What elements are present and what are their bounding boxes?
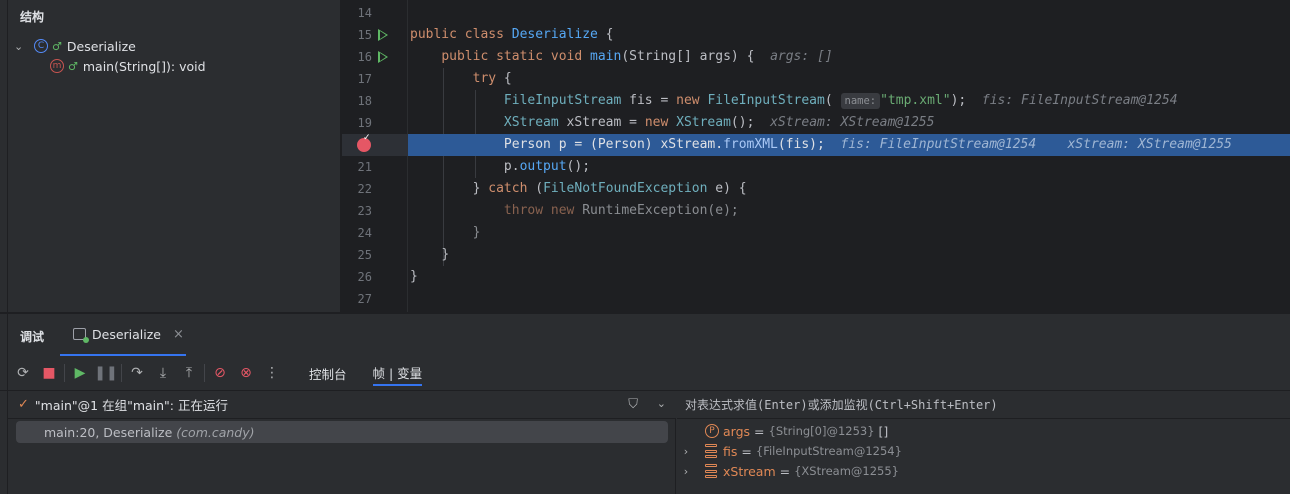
- public-lock-icon: ♂: [68, 59, 78, 73]
- structure-panel: 结构 ⌄ C ♂ Deserialize m ♂ main(String[]):…: [0, 0, 341, 312]
- filter-icon[interactable]: ⛉: [628, 397, 638, 412]
- variable-value: {FileInputStream@1254}: [755, 444, 902, 458]
- code-line-19[interactable]: XStream xStream = new XStream(); xStream…: [408, 112, 1290, 134]
- field-icon: [705, 444, 717, 458]
- evaluate-expression-input[interactable]: 对表达式求值(Enter)或添加监视(Ctrl+Shift+Enter): [677, 391, 1290, 419]
- debug-panel: 调试 Deserialize × ⟳ ■ ▶ ❚❚ ↷ ⤓ ⤒ ⊘ ⊗ ⋮ 控制…: [0, 313, 1290, 494]
- stop-icon[interactable]: ■: [36, 360, 62, 386]
- left-tool-stripe: [0, 314, 8, 494]
- inline-debug-value: xStream: XStream@1255: [1067, 137, 1232, 152]
- variable-name: fis: [723, 443, 738, 459]
- view-breakpoints-icon[interactable]: ⊘: [207, 360, 233, 386]
- debug-toolbar: ⟳ ■ ▶ ❚❚ ↷ ⤓ ⤒ ⊘ ⊗ ⋮ 控制台 帧 | 变量: [10, 360, 1280, 386]
- tree-item-method-label: main(String[]): void: [82, 58, 206, 74]
- variable-extra: []: [878, 423, 889, 439]
- inline-debug-value: xStream: XStream@1255: [770, 115, 935, 130]
- line-number: 21: [357, 160, 372, 174]
- code-line-16[interactable]: public static void main(String[] args) {…: [408, 46, 1290, 68]
- line-number: 22: [357, 182, 372, 196]
- code-line-23[interactable]: throw new RuntimeException(e);: [408, 200, 1290, 222]
- toolbar-separator: [121, 364, 122, 382]
- code-line-17[interactable]: try {: [408, 68, 1290, 90]
- tree-item-class-label: Deserialize: [66, 38, 136, 54]
- equals-sign: =: [741, 443, 752, 459]
- toolbar-separator: [64, 364, 65, 382]
- variable-value: {String[0]@1253}: [768, 424, 875, 438]
- stack-frame[interactable]: main:20, Deserialize (com.candy): [16, 421, 668, 443]
- field-icon: [705, 464, 717, 478]
- tab-console[interactable]: 控制台: [309, 360, 347, 386]
- chevron-right-icon[interactable]: ›: [677, 465, 695, 478]
- variables-pane: 对表达式求值(Enter)或添加监视(Ctrl+Shift+Enter) P a…: [677, 391, 1290, 494]
- structure-title: 结构: [20, 10, 45, 24]
- inline-debug-value: args: []: [770, 49, 833, 64]
- code-line-15[interactable]: public class Deserialize {: [408, 24, 1290, 46]
- line-number: 17: [357, 72, 372, 86]
- run-config-icon: [73, 328, 89, 343]
- mute-breakpoints-icon[interactable]: ⊗: [233, 360, 259, 386]
- tree-item-class[interactable]: ⌄ C ♂ Deserialize: [14, 36, 136, 56]
- line-number: 24: [357, 226, 372, 240]
- variable-name: args: [723, 423, 751, 439]
- thread-selector[interactable]: ✓ "main"@1 在组"main": 正在运行 ⛉ ⌄: [8, 391, 676, 419]
- code-line-26[interactable]: }: [408, 266, 1290, 288]
- thread-label: "main"@1 在组"main": 正在运行: [34, 398, 228, 413]
- more-icon[interactable]: ⋮: [259, 360, 285, 386]
- run-icon[interactable]: [378, 51, 388, 63]
- toolbar-separator: [204, 364, 205, 382]
- line-number: 15: [357, 28, 372, 42]
- variable-row[interactable]: › fis = {FileInputStream@1254}: [677, 441, 902, 461]
- method-icon: m: [50, 59, 64, 73]
- line-number: 18: [357, 94, 372, 108]
- equals-sign: =: [754, 423, 765, 439]
- public-lock-icon: ♂: [52, 39, 62, 53]
- close-icon[interactable]: ×: [173, 327, 184, 342]
- line-number: 26: [357, 270, 372, 284]
- tab-deserialize[interactable]: Deserialize ×: [60, 314, 186, 356]
- code-line-22[interactable]: } catch (FileNotFoundException e) {: [408, 178, 1290, 200]
- variable-row[interactable]: P args = {String[0]@1253} []: [677, 421, 888, 441]
- code-editor[interactable]: 14 15 16 17 18 19 21 22 23 24 25 26 27 p…: [342, 0, 1290, 312]
- chevron-down-icon[interactable]: ⌄: [657, 397, 666, 410]
- step-over-icon[interactable]: ↷: [124, 360, 150, 386]
- inline-debug-value: fis: FileInputStream@1254: [840, 137, 1037, 152]
- line-number: 25: [357, 248, 372, 262]
- parameter-hint: name:: [840, 93, 881, 109]
- debug-title: 调试: [20, 330, 45, 344]
- line-number: 27: [357, 292, 372, 306]
- resume-icon[interactable]: ▶: [67, 360, 93, 386]
- inline-debug-value: fis: FileInputStream@1254: [981, 93, 1178, 108]
- line-number: 19: [357, 116, 372, 130]
- tab-frames-variables[interactable]: 帧 | 变量: [372, 360, 423, 386]
- chevron-down-icon[interactable]: ⌄: [14, 40, 26, 53]
- line-number: 14: [357, 6, 372, 20]
- pause-icon[interactable]: ❚❚: [93, 360, 119, 386]
- run-icon[interactable]: [378, 29, 388, 41]
- equals-sign: =: [779, 463, 791, 479]
- variable-row[interactable]: › xStream = {XStream@1255}: [677, 461, 899, 481]
- frames-pane: ✓ "main"@1 在组"main": 正在运行 ⛉ ⌄ main:20, D…: [8, 391, 676, 494]
- left-tool-stripe: [0, 0, 8, 312]
- frame-package: (com.candy): [176, 424, 255, 440]
- class-icon: C: [34, 39, 48, 53]
- line-number: 16: [357, 50, 372, 64]
- variable-value: {XStream@1255}: [794, 464, 899, 478]
- tree-item-method[interactable]: m ♂ main(String[]): void: [50, 56, 206, 76]
- code-line-20-current[interactable]: Person p = (Person) xStream.fromXML(fis)…: [408, 134, 1290, 156]
- check-icon: ✓: [18, 397, 29, 412]
- breakpoint-icon[interactable]: [357, 133, 371, 152]
- frame-method: main:20, Deserialize: [44, 424, 173, 440]
- code-line-24[interactable]: }: [408, 222, 1290, 244]
- code-line-18[interactable]: FileInputStream fis = new FileInputStrea…: [408, 90, 1290, 112]
- parameter-icon: P: [705, 424, 719, 438]
- step-out-icon[interactable]: ⤒: [176, 360, 202, 386]
- rerun-icon[interactable]: ⟳: [10, 360, 36, 386]
- code-line-21[interactable]: p.output();: [408, 156, 1290, 178]
- line-number: 23: [357, 204, 372, 218]
- step-into-icon[interactable]: ⤓: [150, 360, 176, 386]
- variable-name: xStream: [723, 463, 776, 479]
- chevron-right-icon[interactable]: ›: [677, 445, 695, 458]
- code-line-25[interactable]: }: [408, 244, 1290, 266]
- tab-label: Deserialize: [92, 326, 161, 342]
